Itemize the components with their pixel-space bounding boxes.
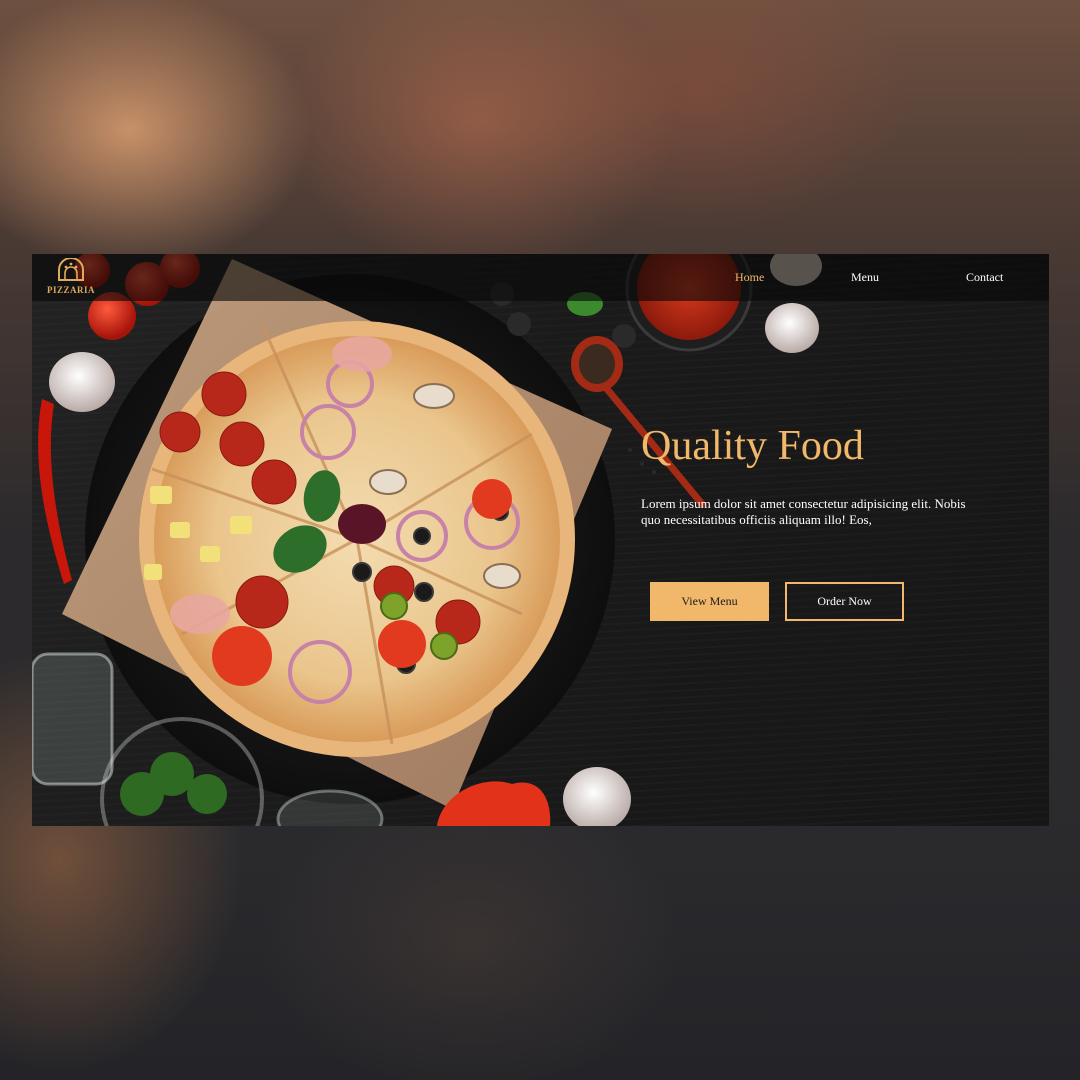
nav-item-home[interactable]: Home [735, 270, 764, 285]
nav-item-menu[interactable]: Menu [851, 270, 879, 285]
landing-page-card: PIZZARIA Home Menu Contact Quality Food … [32, 254, 1049, 826]
order-now-button[interactable]: Order Now [785, 582, 904, 621]
hero-description: Lorem ipsum dolor sit amet consectetur a… [641, 496, 966, 527]
hero-title: Quality Food [641, 423, 864, 469]
brand-name: PIZZARIA [46, 285, 95, 295]
pizza-oven-icon [58, 258, 84, 281]
view-menu-button[interactable]: View Menu [650, 582, 769, 621]
nav-item-contact[interactable]: Contact [966, 270, 1003, 285]
brand-logo[interactable]: PIZZARIA [46, 258, 96, 298]
top-navigation-bar: PIZZARIA Home Menu Contact [32, 254, 1049, 301]
pizza-hero-image [32, 254, 822, 826]
